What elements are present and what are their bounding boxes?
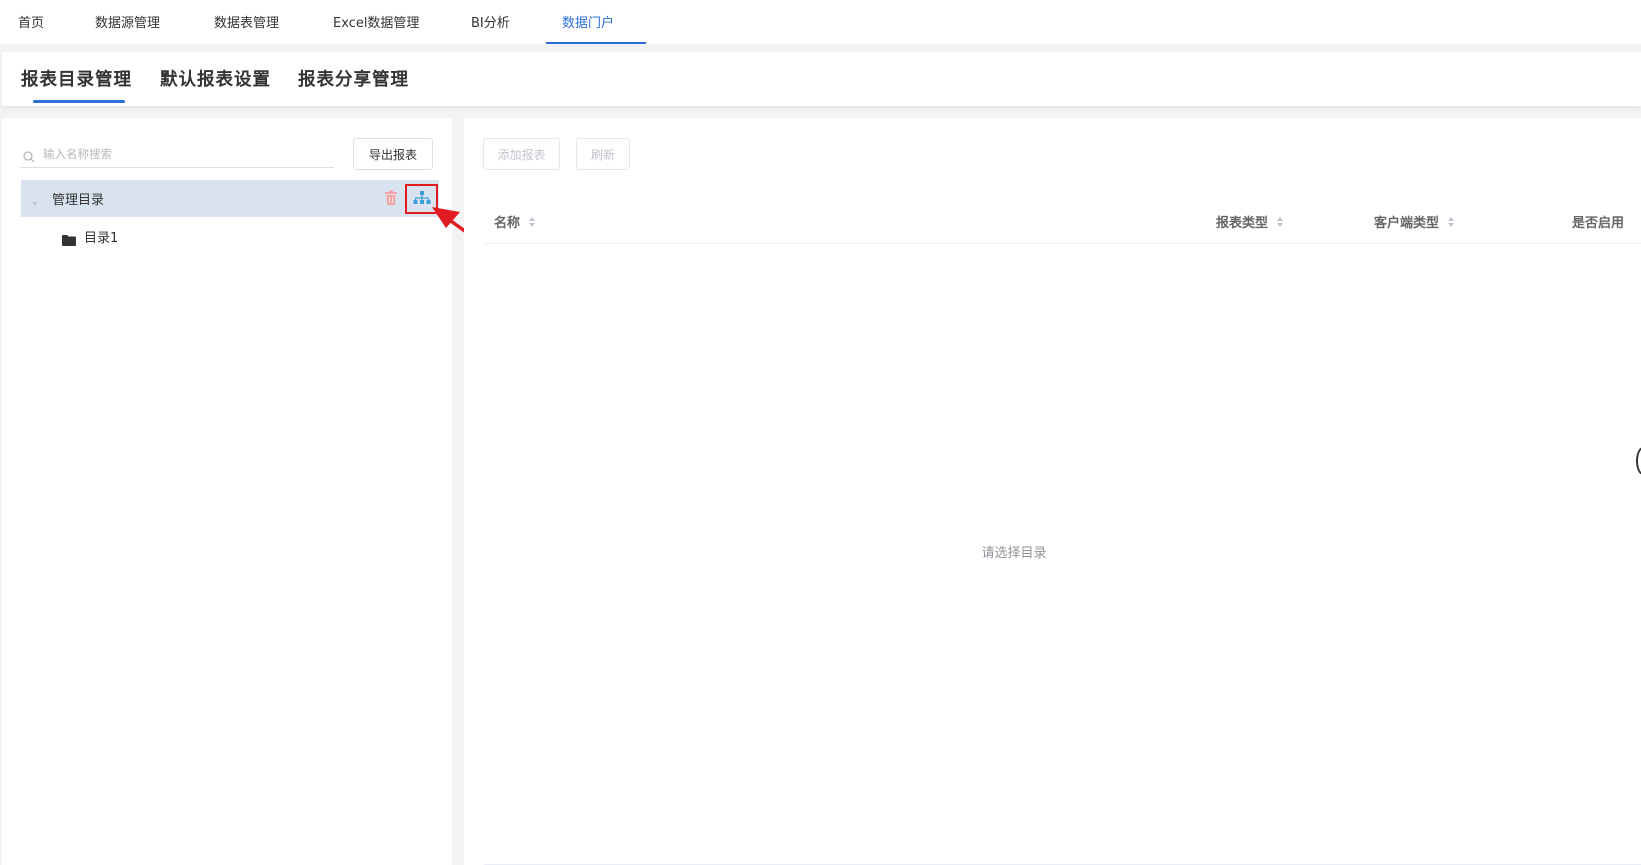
- tab-report-share[interactable]: 报表分享管理: [298, 66, 409, 91]
- nav-item-home[interactable]: 首页: [18, 0, 44, 42]
- sub-tabs: 报表目录管理 默认报表设置 报表分享管理: [2, 52, 1641, 106]
- report-list-panel: 添加报表 刷新 名称 报表类型 客户端类型 是否启用 请选择目录: [464, 118, 1641, 865]
- tab-report-catalog[interactable]: 报表目录管理: [21, 66, 132, 91]
- column-header-name[interactable]: 名称: [494, 212, 536, 231]
- table-header: 名称 报表类型 客户端类型 是否启用: [484, 196, 1641, 244]
- caret-down-icon[interactable]: [30, 194, 40, 206]
- tree-node-label: 管理目录: [52, 193, 105, 208]
- add-report-button[interactable]: 添加报表: [483, 138, 560, 170]
- org-chart-icon: [413, 190, 431, 209]
- nav-item-bi[interactable]: BI分析: [471, 0, 510, 42]
- tree-node-child[interactable]: 目录1: [62, 226, 118, 246]
- column-header-report-type[interactable]: 报表类型: [1216, 212, 1284, 231]
- search-box: [20, 140, 334, 168]
- column-header-label: 客户端类型: [1374, 216, 1440, 231]
- column-header-label: 是否启用: [1572, 216, 1625, 231]
- catalog-tree-panel: 导出报表 管理目录 目录1: [2, 118, 452, 865]
- folder-icon: [62, 231, 76, 246]
- nav-item-portal[interactable]: 数据门户: [545, 0, 647, 44]
- sort-icon[interactable]: [528, 216, 536, 228]
- column-header-enabled[interactable]: 是否启用: [1572, 212, 1624, 231]
- tree-node-root[interactable]: 管理目录: [21, 180, 439, 217]
- tab-default-report[interactable]: 默认报表设置: [160, 66, 271, 91]
- column-header-client-type[interactable]: 客户端类型: [1374, 212, 1455, 231]
- nav-item-datatable[interactable]: 数据表管理: [214, 0, 279, 42]
- search-input[interactable]: [43, 146, 313, 161]
- sort-icon[interactable]: [1276, 216, 1284, 228]
- nav-item-excel[interactable]: Excel数据管理: [333, 0, 419, 42]
- empty-state-text: 请选择目录: [981, 546, 1047, 561]
- nav-item-datasource[interactable]: 数据源管理: [95, 0, 160, 42]
- export-report-button[interactable]: 导出报表: [353, 138, 433, 170]
- search-icon: [23, 148, 35, 162]
- tree-node-label: 目录1: [84, 230, 119, 246]
- top-nav: 首页 数据源管理 数据表管理 Excel数据管理 BI分析 数据门户: [0, 0, 1641, 44]
- column-header-label: 报表类型: [1216, 216, 1269, 231]
- trash-icon[interactable]: [384, 190, 398, 206]
- refresh-button[interactable]: 刷新: [576, 138, 630, 170]
- column-header-label: 名称: [494, 216, 521, 231]
- sort-icon[interactable]: [1447, 216, 1455, 228]
- active-tab-indicator: [33, 100, 125, 103]
